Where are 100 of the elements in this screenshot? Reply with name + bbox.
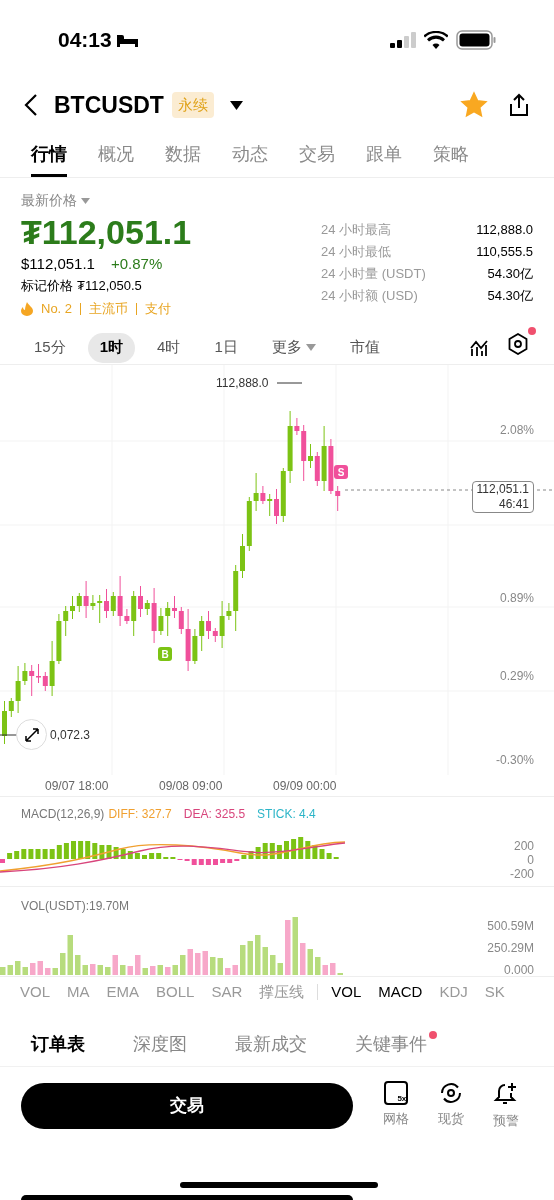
share-button[interactable]	[508, 93, 530, 117]
leader-line	[0, 734, 19, 736]
timeframe-option[interactable]: 市值	[337, 332, 392, 363]
leader-line	[276, 382, 303, 384]
status-time: 04:13	[58, 27, 112, 54]
nav-tab[interactable]: 行情	[31, 134, 67, 177]
perpetual-tag: 永续	[171, 91, 214, 119]
stat-label: 24 小时最高	[321, 221, 392, 238]
trade-button[interactable]: 交易	[21, 1082, 353, 1129]
axis-label: 0.89%	[499, 590, 534, 607]
symbol-title: BTCUSDT	[54, 90, 164, 120]
indicator-option[interactable]: MA	[67, 980, 90, 1004]
timeframe-option[interactable]: 15分	[22, 332, 78, 363]
refresh-circle-icon	[439, 1081, 463, 1105]
nav-tab[interactable]: 数据	[165, 134, 201, 177]
countdown: 46:41	[497, 497, 529, 512]
order-tab[interactable]: 订单表	[31, 1031, 85, 1058]
price-change: +0.87%	[110, 254, 163, 274]
nav-tab[interactable]: 交易	[299, 134, 335, 177]
axis-label: -0.30%	[495, 752, 534, 769]
indicator-option[interactable]: EMA	[106, 980, 140, 1004]
axis-label: 0.29%	[499, 668, 534, 685]
order-tab[interactable]: 深度图	[133, 1031, 187, 1058]
axis-label: 250.29M	[487, 940, 534, 957]
expand-button[interactable]	[16, 719, 47, 750]
order-tab[interactable]: 关键事件	[355, 1031, 427, 1058]
mark-price-label: 标记价格	[21, 276, 73, 295]
order-tab[interactable]: 最新成交	[235, 1031, 307, 1058]
buy-marker: B	[158, 647, 172, 661]
macd-title: MACD(12,26,9)	[21, 806, 105, 823]
indicator-option[interactable]: 撑压线	[259, 980, 305, 1004]
more-dropdown[interactable]: 更多	[259, 332, 328, 363]
coin-tag[interactable]: 支付	[145, 299, 172, 319]
usd-price: $112,051.1	[21, 254, 95, 274]
signal-icon	[390, 32, 416, 48]
stat-value: 54.30亿	[487, 265, 533, 282]
indicator-option[interactable]: VOL	[331, 980, 362, 1004]
chart-icon	[470, 338, 488, 357]
dea-value: DEA: 325.5	[183, 806, 246, 823]
expand-icon	[23, 726, 40, 743]
bed-icon	[115, 32, 140, 48]
diff-value: DIFF: 327.7	[108, 806, 172, 823]
indicator-option[interactable]: SAR	[211, 980, 243, 1004]
caret-icon	[81, 197, 90, 204]
indicator-option[interactable]: SK	[484, 980, 505, 1004]
axis-label: -200	[509, 866, 534, 883]
high-price-label: 112,888.0	[216, 375, 269, 392]
timeframe-option[interactable]: 1时	[87, 332, 136, 363]
nav-tab[interactable]: 概况	[98, 134, 134, 177]
volume-title: VOL(USDT):19.70M	[21, 898, 130, 915]
indicator-option[interactable]: BOLL	[156, 980, 195, 1004]
low-price-label: 0,072.3	[50, 727, 91, 744]
stat-value: 110,555.5	[476, 243, 533, 260]
stat-label: 24 小时最低	[321, 243, 392, 260]
axis-label: 500.59M	[487, 918, 534, 935]
stick-value: STICK: 4.4	[257, 806, 316, 823]
indicator-option[interactable]: KDJ	[439, 980, 468, 1004]
star-icon	[460, 91, 488, 119]
action-button[interactable]: 预警	[492, 1081, 519, 1131]
settings-button[interactable]	[508, 333, 528, 356]
nav-tab[interactable]: 动态	[232, 134, 268, 177]
stat-value: 112,888.0	[476, 221, 533, 238]
battery-icon	[456, 30, 496, 50]
axis-label: 200	[513, 838, 534, 855]
wifi-icon	[424, 31, 448, 49]
time-label: 09/07 18:00	[45, 778, 109, 795]
stat-value: 54.30亿	[487, 287, 533, 304]
axis-label: 2.08%	[499, 422, 534, 439]
grid-chart-icon: 5x	[384, 1081, 409, 1105]
time-label: 09/08 09:00	[159, 778, 223, 795]
action-button[interactable]: 5x 网格	[383, 1081, 410, 1131]
back-icon	[24, 93, 38, 117]
timeframe-option[interactable]: 1日	[202, 332, 250, 363]
nav-tab[interactable]: 跟单	[366, 134, 402, 177]
caret-icon	[229, 100, 243, 110]
axis-label: 0	[527, 852, 534, 869]
sell-marker: S	[334, 465, 348, 479]
coin-tag[interactable]: 主流币	[89, 299, 129, 319]
nav-tab[interactable]: 策略	[433, 134, 469, 177]
axis-label: 0.000	[503, 962, 534, 979]
timeframe-option[interactable]: 4时	[145, 332, 193, 363]
indicator-button[interactable]	[470, 338, 488, 357]
last-price: ₮112,051.1	[21, 212, 193, 253]
share-icon	[508, 93, 530, 117]
stat-label: 24 小时额 (USD)	[321, 287, 418, 304]
back-button[interactable]	[24, 93, 38, 117]
indicator-option[interactable]: MACD	[378, 980, 423, 1004]
settings-icon	[508, 333, 528, 356]
flame-icon	[21, 301, 33, 316]
symbol-dropdown[interactable]	[229, 100, 243, 110]
stat-label: 24 小时量 (USDT)	[321, 265, 426, 282]
action-button[interactable]: 现货	[438, 1081, 464, 1131]
price-tag-value: 112,051.1	[476, 482, 529, 497]
time-label: 09/09 00:00	[273, 778, 337, 795]
bell-plus-icon	[492, 1081, 519, 1107]
price-label: 最新价格	[21, 191, 77, 210]
coin-tag[interactable]: No. 2	[41, 299, 73, 319]
indicator-option[interactable]: VOL	[20, 980, 50, 1004]
mark-price-value: ₮112,050.5	[77, 276, 142, 295]
caret-icon	[305, 344, 316, 351]
